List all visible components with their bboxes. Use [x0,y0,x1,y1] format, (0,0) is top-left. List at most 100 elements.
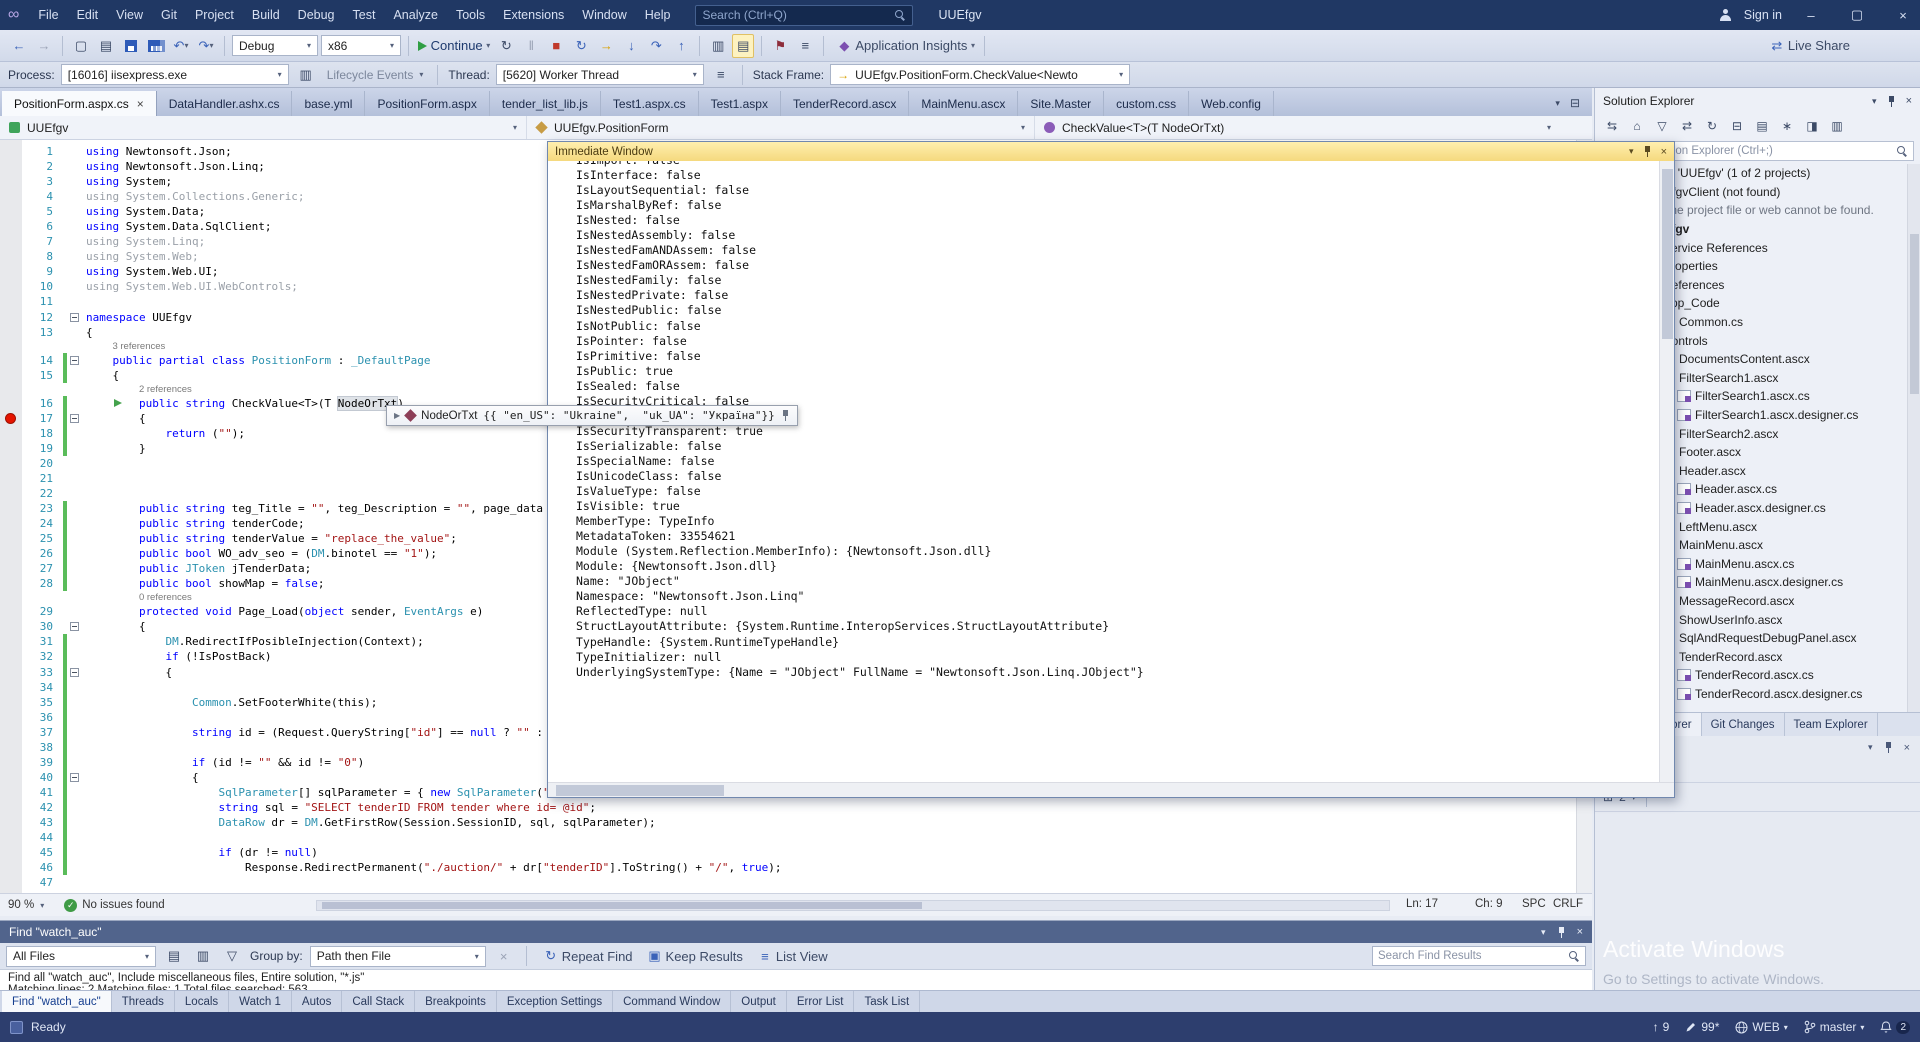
float-window-icon[interactable]: ⊟ [1570,96,1580,110]
scrollbar-thumb[interactable] [1910,234,1919,394]
repository-button[interactable]: WEB ▾ [1735,1020,1788,1034]
sign-in-button[interactable]: Sign in [1744,8,1782,22]
process-list-icon[interactable]: ▥ [295,63,317,87]
pin-icon[interactable] [1887,95,1896,107]
expand-chevron-icon[interactable]: ▶ [394,411,400,420]
step-out-icon[interactable]: ↑ [670,34,692,58]
expand-results-icon[interactable]: ▥ [192,944,214,968]
task-list-icon[interactable]: ≡ [794,34,816,58]
application-insights-button[interactable]: ◆ Application Insights ▾ [831,34,977,58]
menu-view[interactable]: View [107,0,152,30]
editor-horizontal-scrollbar[interactable] [316,900,1390,911]
breakpoint-margin[interactable] [0,264,22,279]
quick-launch-search[interactable] [695,4,914,26]
zoom-combo[interactable]: 90 % ▾ [0,899,52,911]
breakpoint-margin[interactable] [0,604,22,619]
group-by-combo[interactable]: Path then File ▾ [309,945,486,967]
collapse-box-icon[interactable] [70,772,79,782]
document-tab[interactable]: Site.Master [1018,91,1105,116]
pin-icon[interactable] [1557,926,1566,938]
step-into-icon[interactable]: ↓ [620,34,642,58]
code-line[interactable]: 44 [0,830,1592,846]
find-panel-title-bar[interactable]: Find "watch_auc" ▾ × [0,921,1592,943]
bookmark-icon[interactable]: ⚑ [769,34,791,58]
breakpoint-margin[interactable] [0,279,22,294]
window-position-icon[interactable]: ▾ [1629,146,1634,157]
breakpoint-margin[interactable] [0,189,22,204]
document-tab[interactable]: tender_list_lib.js [490,91,601,116]
stop-debugging-icon[interactable]: ■ [545,34,567,58]
restore-button[interactable]: ▢ [1840,0,1874,30]
breadcrumb-type[interactable]: UUEfgv.PositionForm ▾ [527,116,1035,139]
breakpoint-margin[interactable] [0,325,22,340]
immediate-horizontal-scrollbar[interactable] [548,782,1674,797]
breakpoint-margin[interactable] [0,546,22,561]
platform-combo[interactable]: x86 ▾ [321,35,401,56]
save-icon[interactable] [120,34,142,58]
output-window-icon[interactable]: ▥ [707,34,729,58]
menu-test[interactable]: Test [344,0,385,30]
breakpoint-margin[interactable] [0,740,22,755]
close-icon[interactable]: × [1904,742,1910,754]
breakpoint-margin[interactable] [0,710,22,725]
breakpoint-margin[interactable] [0,441,22,456]
scope-combo[interactable]: All Files ▾ [6,945,156,967]
pin-icon[interactable] [1643,146,1652,157]
panel-tab[interactable]: Error List [787,991,855,1012]
panel-tab[interactable]: Git Changes [1702,713,1785,736]
breakpoint-margin[interactable] [0,531,22,546]
breakpoint-margin[interactable] [0,249,22,264]
document-tab[interactable]: TenderRecord.ascx [781,91,910,116]
sync-with-active-document-icon[interactable]: ⇄ [1676,117,1698,136]
code-line[interactable]: 43 DataRow dr = DM.GetFirstRow(Session.S… [0,814,1592,831]
navigate-back-icon[interactable]: ← [8,34,30,58]
panel-tab[interactable]: Find "watch_auc" [2,991,112,1012]
collapse-box-icon[interactable] [70,355,79,365]
search-find-results-box[interactable] [1372,946,1586,966]
panel-tab[interactable]: Threads [112,991,175,1012]
properties-icon[interactable]: ∗ [1776,117,1798,136]
run-to-cursor-icon[interactable] [114,399,122,408]
document-tab[interactable]: MainMenu.ascx [909,91,1019,116]
keep-results-button[interactable]: ▣ Keep Results [642,944,745,968]
tab-close-icon[interactable]: × [137,97,144,111]
menu-edit[interactable]: Edit [68,0,108,30]
menu-project[interactable]: Project [186,0,243,30]
menu-debug[interactable]: Debug [289,0,344,30]
menu-extensions[interactable]: Extensions [494,0,573,30]
panel-tab[interactable]: Autos [292,991,343,1012]
search-input[interactable] [702,8,896,22]
step-over-icon[interactable]: ↷ [645,34,667,58]
thread-flag-icon[interactable]: ≡ [710,63,732,87]
breakpoint-margin[interactable] [0,368,22,383]
breakpoint-margin[interactable] [0,815,22,830]
redo-icon[interactable]: ↷ ▾ [195,34,217,58]
breakpoint-margin[interactable] [0,174,22,189]
panel-tab[interactable]: Exception Settings [497,991,614,1012]
code-line[interactable]: 45 if (dr != null) [0,845,1592,861]
panel-tab[interactable]: Locals [175,991,230,1012]
close-button[interactable]: × [1886,0,1920,30]
branch-button[interactable]: master ▾ [1804,1020,1864,1034]
lifecycle-events-combo[interactable]: Lifecycle Events ▾ [323,68,428,82]
panel-tab[interactable]: Breakpoints [415,991,497,1012]
scrollbar-thumb[interactable] [322,902,922,909]
breakpoint-margin[interactable] [0,576,22,591]
collapse-box-icon[interactable] [70,312,79,322]
pin-icon[interactable] [781,410,790,421]
undo-icon[interactable]: ↶ ▾ [170,34,192,58]
menu-analyze[interactable]: Analyze [384,0,446,30]
breakpoint-margin[interactable] [0,770,22,785]
solution-explorer-title-bar[interactable]: Solution Explorer ▾ × [1595,88,1920,114]
code-line[interactable]: 46 Response.RedirectPermanent("./auction… [0,860,1592,876]
document-tab[interactable]: Test1.aspx.cs [601,91,699,116]
close-icon[interactable]: × [1577,926,1583,938]
debugger-data-tip[interactable]: ▶ NodeOrTxt {{ "en_US": "Ukraine", "uk_U… [386,405,798,426]
menu-window[interactable]: Window [573,0,635,30]
filter-icon[interactable]: ▽ [221,944,243,968]
repeat-find-button[interactable]: ↻ Repeat Find [538,944,635,968]
collapse-box-icon[interactable] [70,622,79,632]
breakpoint-margin[interactable] [0,234,22,249]
breakpoint-margin[interactable] [0,396,22,411]
list-view-button[interactable]: ≡ List View [752,944,830,968]
